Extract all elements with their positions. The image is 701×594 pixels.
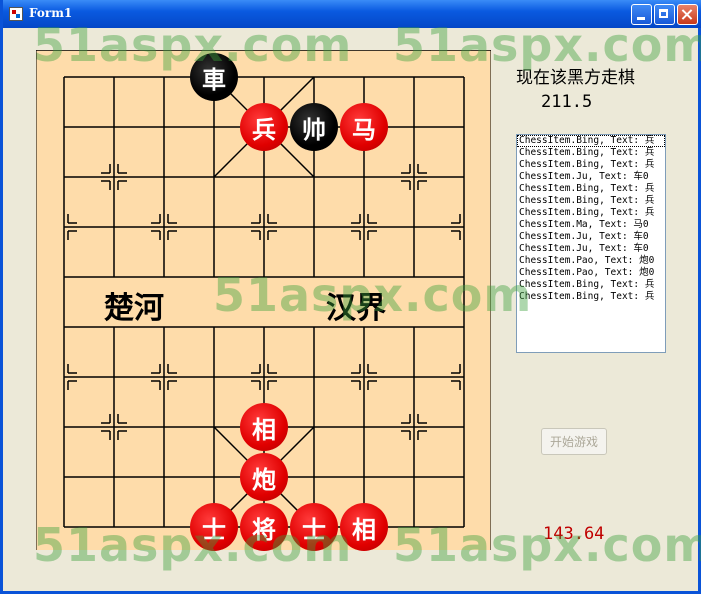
- close-button[interactable]: [677, 4, 698, 25]
- piece-black-chariot[interactable]: 車: [190, 53, 238, 101]
- piece-red-cannon[interactable]: 炮: [240, 453, 288, 501]
- title-bar[interactable]: Form1: [3, 0, 701, 28]
- piece-red-horse[interactable]: 马: [340, 103, 388, 151]
- piece-black-king[interactable]: 帅: [290, 103, 338, 151]
- minimize-button[interactable]: [631, 4, 652, 25]
- list-item[interactable]: ChessItem.Bing, Text: 兵: [517, 147, 665, 159]
- maximize-icon: [655, 5, 674, 24]
- timer-top: 211.5: [541, 92, 593, 112]
- piece-red-general[interactable]: 将: [240, 503, 288, 551]
- list-item[interactable]: ChessItem.Bing, Text: 兵: [517, 279, 665, 291]
- timer-bottom: 143.64: [543, 524, 605, 544]
- piece-red-elephant[interactable]: 相: [340, 503, 388, 551]
- piece-red-advisor[interactable]: 士: [290, 503, 338, 551]
- close-icon: [678, 5, 697, 24]
- app-window: Form1 楚河 汉界 車兵帅马相炮士将士相 现在该黑方走棋 211.5 Che…: [0, 0, 701, 594]
- maximize-button[interactable]: [654, 4, 675, 25]
- list-item[interactable]: ChessItem.Ju, Text: 车0: [517, 243, 665, 255]
- move-log-list[interactable]: ChessItem.Bing, Text: 兵 ChessItem.Bing, T…: [516, 134, 666, 353]
- app-icon[interactable]: [9, 7, 23, 21]
- list-item[interactable]: ChessItem.Bing, Text: 兵: [517, 159, 665, 171]
- piece-red-soldier[interactable]: 兵: [240, 103, 288, 151]
- minimize-icon: [632, 5, 651, 24]
- list-item[interactable]: ChessItem.Ma, Text: 马0: [517, 219, 665, 231]
- turn-status: 现在该黑方走棋: [516, 68, 635, 88]
- river-label-left: 楚河: [104, 291, 164, 326]
- window-title: Form1: [29, 6, 73, 20]
- list-item[interactable]: ChessItem.Bing, Text: 兵: [517, 135, 665, 147]
- list-item[interactable]: ChessItem.Ju, Text: 车0: [517, 231, 665, 243]
- piece-red-advisor[interactable]: 士: [190, 503, 238, 551]
- list-item[interactable]: ChessItem.Pao, Text: 炮0: [517, 255, 665, 267]
- list-item[interactable]: ChessItem.Bing, Text: 兵: [517, 183, 665, 195]
- list-item[interactable]: ChessItem.Bing, Text: 兵: [517, 207, 665, 219]
- list-item[interactable]: ChessItem.Ju, Text: 车0: [517, 171, 665, 183]
- list-item[interactable]: ChessItem.Bing, Text: 兵: [517, 291, 665, 303]
- start-game-button[interactable]: 开始游戏: [541, 428, 607, 455]
- river-label-right: 汉界: [326, 291, 386, 326]
- list-item[interactable]: ChessItem.Bing, Text: 兵: [517, 195, 665, 207]
- piece-red-elephant[interactable]: 相: [240, 403, 288, 451]
- chess-board[interactable]: 楚河 汉界 車兵帅马相炮士将士相: [36, 50, 491, 551]
- list-item[interactable]: ChessItem.Pao, Text: 炮0: [517, 267, 665, 279]
